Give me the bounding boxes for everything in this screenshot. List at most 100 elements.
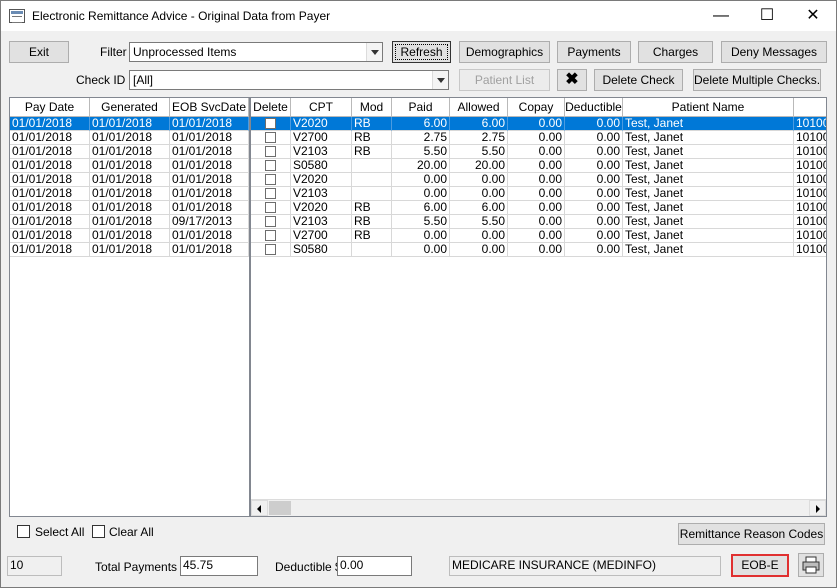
table-row[interactable]: 01/01/2018 01/01/2018 01/01/2018: [10, 159, 249, 173]
scroll-left-arrow-icon[interactable]: [251, 500, 268, 516]
column-header[interactable]: CPT: [291, 98, 352, 117]
delete-checkbox[interactable]: [265, 202, 276, 213]
column-header[interactable]: Mod: [352, 98, 392, 117]
table-cell: RB: [352, 201, 392, 215]
scroll-right-arrow-icon[interactable]: [809, 500, 826, 516]
table-cell: V2020: [291, 117, 352, 131]
table-cell: 01/01/2018: [10, 229, 90, 243]
table-cell: 0.00: [450, 243, 508, 257]
deductible-label: Deductible $: [275, 560, 342, 574]
table-row[interactable]: V2700 RB 0.00 0.00 0.00 0.00 Test, Janet 10100: [251, 229, 826, 243]
delete-checkbox[interactable]: [265, 244, 276, 255]
chevron-down-icon[interactable]: [366, 43, 382, 61]
delete-checkbox[interactable]: [265, 118, 276, 129]
payments-button[interactable]: Payments: [557, 41, 631, 63]
table-cell: 01/01/2018: [10, 215, 90, 229]
table-row[interactable]: 01/01/2018 01/01/2018 01/01/2018: [10, 173, 249, 187]
table-row[interactable]: 01/01/2018 01/01/2018 01/01/2018: [10, 187, 249, 201]
table-row[interactable]: 01/01/2018 01/01/2018 01/01/2018: [10, 201, 249, 215]
table-row[interactable]: 01/01/2018 01/01/2018 01/01/2018: [10, 229, 249, 243]
table-row[interactable]: 01/01/2018 01/01/2018 01/01/2018: [10, 117, 249, 131]
delete-multiple-checks-button[interactable]: Delete Multiple Checks...: [693, 69, 821, 91]
table-cell: V2103: [291, 145, 352, 159]
column-header[interactable]: Delete: [251, 98, 291, 117]
table-row[interactable]: V2020 0.00 0.00 0.00 0.00 Test, Janet 10100: [251, 173, 826, 187]
exit-button[interactable]: Exit: [9, 41, 69, 63]
delete-checkbox[interactable]: [265, 188, 276, 199]
scroll-thumb[interactable]: [269, 501, 291, 515]
delete-x-button[interactable]: ✖: [557, 69, 587, 91]
table-row[interactable]: 01/01/2018 01/01/2018 09/17/2013: [10, 215, 249, 229]
table-row[interactable]: V2103 0.00 0.00 0.00 0.00 Test, Janet 10100: [251, 187, 826, 201]
column-header[interactable]: Deductible: [565, 98, 623, 117]
table-row[interactable]: V2020 RB 6.00 6.00 0.00 0.00 Test, Janet 10100: [251, 117, 826, 131]
delete-checkbox[interactable]: [265, 132, 276, 143]
table-row[interactable]: V2020 RB 6.00 6.00 0.00 0.00 Test, Janet 10100: [251, 201, 826, 215]
table-row[interactable]: V2103 RB 5.50 5.50 0.00 0.00 Test, Janet 10100: [251, 215, 826, 229]
table-cell: 01/01/2018: [170, 131, 249, 145]
eob-e-button[interactable]: EOB-E: [731, 554, 789, 577]
column-header[interactable]: Copay: [508, 98, 565, 117]
total-payments-field[interactable]: 45.75: [180, 556, 258, 576]
charges-button[interactable]: Charges: [638, 41, 713, 63]
column-header[interactable]: Generated: [90, 98, 170, 117]
delete-checkbox[interactable]: [265, 230, 276, 241]
table-row[interactable]: V2103 RB 5.50 5.50 0.00 0.00 Test, Janet 10100: [251, 145, 826, 159]
table-cell: 01/01/2018: [10, 117, 90, 131]
column-header[interactable]: Pay Date: [10, 98, 90, 117]
table-cell: 0.00: [508, 201, 565, 215]
table-row[interactable]: S0580 0.00 0.00 0.00 0.00 Test, Janet 10100: [251, 243, 826, 257]
delete-checkbox[interactable]: [265, 216, 276, 227]
right-grid[interactable]: Delete CPT Mod Paid Allowed Copay Deductible Pa…: [250, 97, 827, 517]
patient-list-button[interactable]: Patient List: [459, 69, 550, 91]
table-cell: 0.00: [392, 243, 450, 257]
table-cell: 01/01/2018: [170, 145, 249, 159]
clear-all-label[interactable]: Clear All: [109, 525, 154, 539]
deductible-field[interactable]: 0.00: [337, 556, 412, 576]
filter-select[interactable]: Unprocessed Items: [129, 42, 383, 62]
deny-messages-button[interactable]: Deny Messages: [721, 41, 827, 63]
table-row[interactable]: 01/01/2018 01/01/2018 01/01/2018: [10, 243, 249, 257]
table-row[interactable]: 01/01/2018 01/01/2018 01/01/2018: [10, 131, 249, 145]
print-button[interactable]: [798, 553, 824, 577]
left-grid[interactable]: Pay Date Generated EOB SvcDate 01/01/2018 01…: [9, 97, 250, 517]
table-cell: 0.00: [508, 117, 565, 131]
table-row[interactable]: S0580 20.00 20.00 0.00 0.00 Test, Janet 10100: [251, 159, 826, 173]
delete-checkbox[interactable]: [265, 160, 276, 171]
delete-checkbox[interactable]: [265, 174, 276, 185]
column-header[interactable]: Paid: [392, 98, 450, 117]
table-cell: 0.00: [392, 229, 450, 243]
horizontal-scrollbar[interactable]: [251, 499, 826, 516]
remittance-reason-codes-button[interactable]: Remittance Reason Codes: [678, 523, 825, 545]
table-cell: 0.00: [565, 145, 623, 159]
table-cell: 01/01/2018: [90, 117, 170, 131]
refresh-button[interactable]: Refresh: [392, 41, 451, 63]
table-cell: 0.00: [565, 187, 623, 201]
delete-check-button[interactable]: Delete Check: [594, 69, 683, 91]
table-cell: 10100: [794, 215, 826, 229]
table-cell: 01/01/2018: [90, 131, 170, 145]
total-payments-label: Total Payments $: [95, 560, 188, 574]
select-all-label[interactable]: Select All: [35, 525, 84, 539]
delete-checkbox[interactable]: [265, 146, 276, 157]
close-button[interactable]: ✕: [790, 1, 836, 31]
table-cell: 01/01/2018: [90, 187, 170, 201]
check-id-select[interactable]: [All]: [129, 70, 449, 90]
table-cell: 01/01/2018: [10, 131, 90, 145]
column-header[interactable]: Allowed: [450, 98, 508, 117]
column-header[interactable]: [794, 98, 826, 117]
table-cell: S0580: [291, 243, 352, 257]
app-icon: [9, 9, 25, 23]
chevron-down-icon[interactable]: [432, 71, 448, 89]
clear-all-checkbox[interactable]: [92, 525, 105, 538]
table-row[interactable]: 01/01/2018 01/01/2018 01/01/2018: [10, 145, 249, 159]
minimize-button[interactable]: —: [698, 1, 744, 31]
table-row[interactable]: V2700 RB 2.75 2.75 0.00 0.00 Test, Janet 10100: [251, 131, 826, 145]
table-cell: 0.00: [565, 229, 623, 243]
select-all-checkbox[interactable]: [17, 525, 30, 538]
column-header[interactable]: Patient Name: [623, 98, 794, 117]
table-cell: 0.00: [450, 187, 508, 201]
maximize-button[interactable]: ☐: [744, 1, 790, 31]
column-header[interactable]: EOB SvcDate: [170, 98, 249, 117]
demographics-button[interactable]: Demographics: [459, 41, 550, 63]
